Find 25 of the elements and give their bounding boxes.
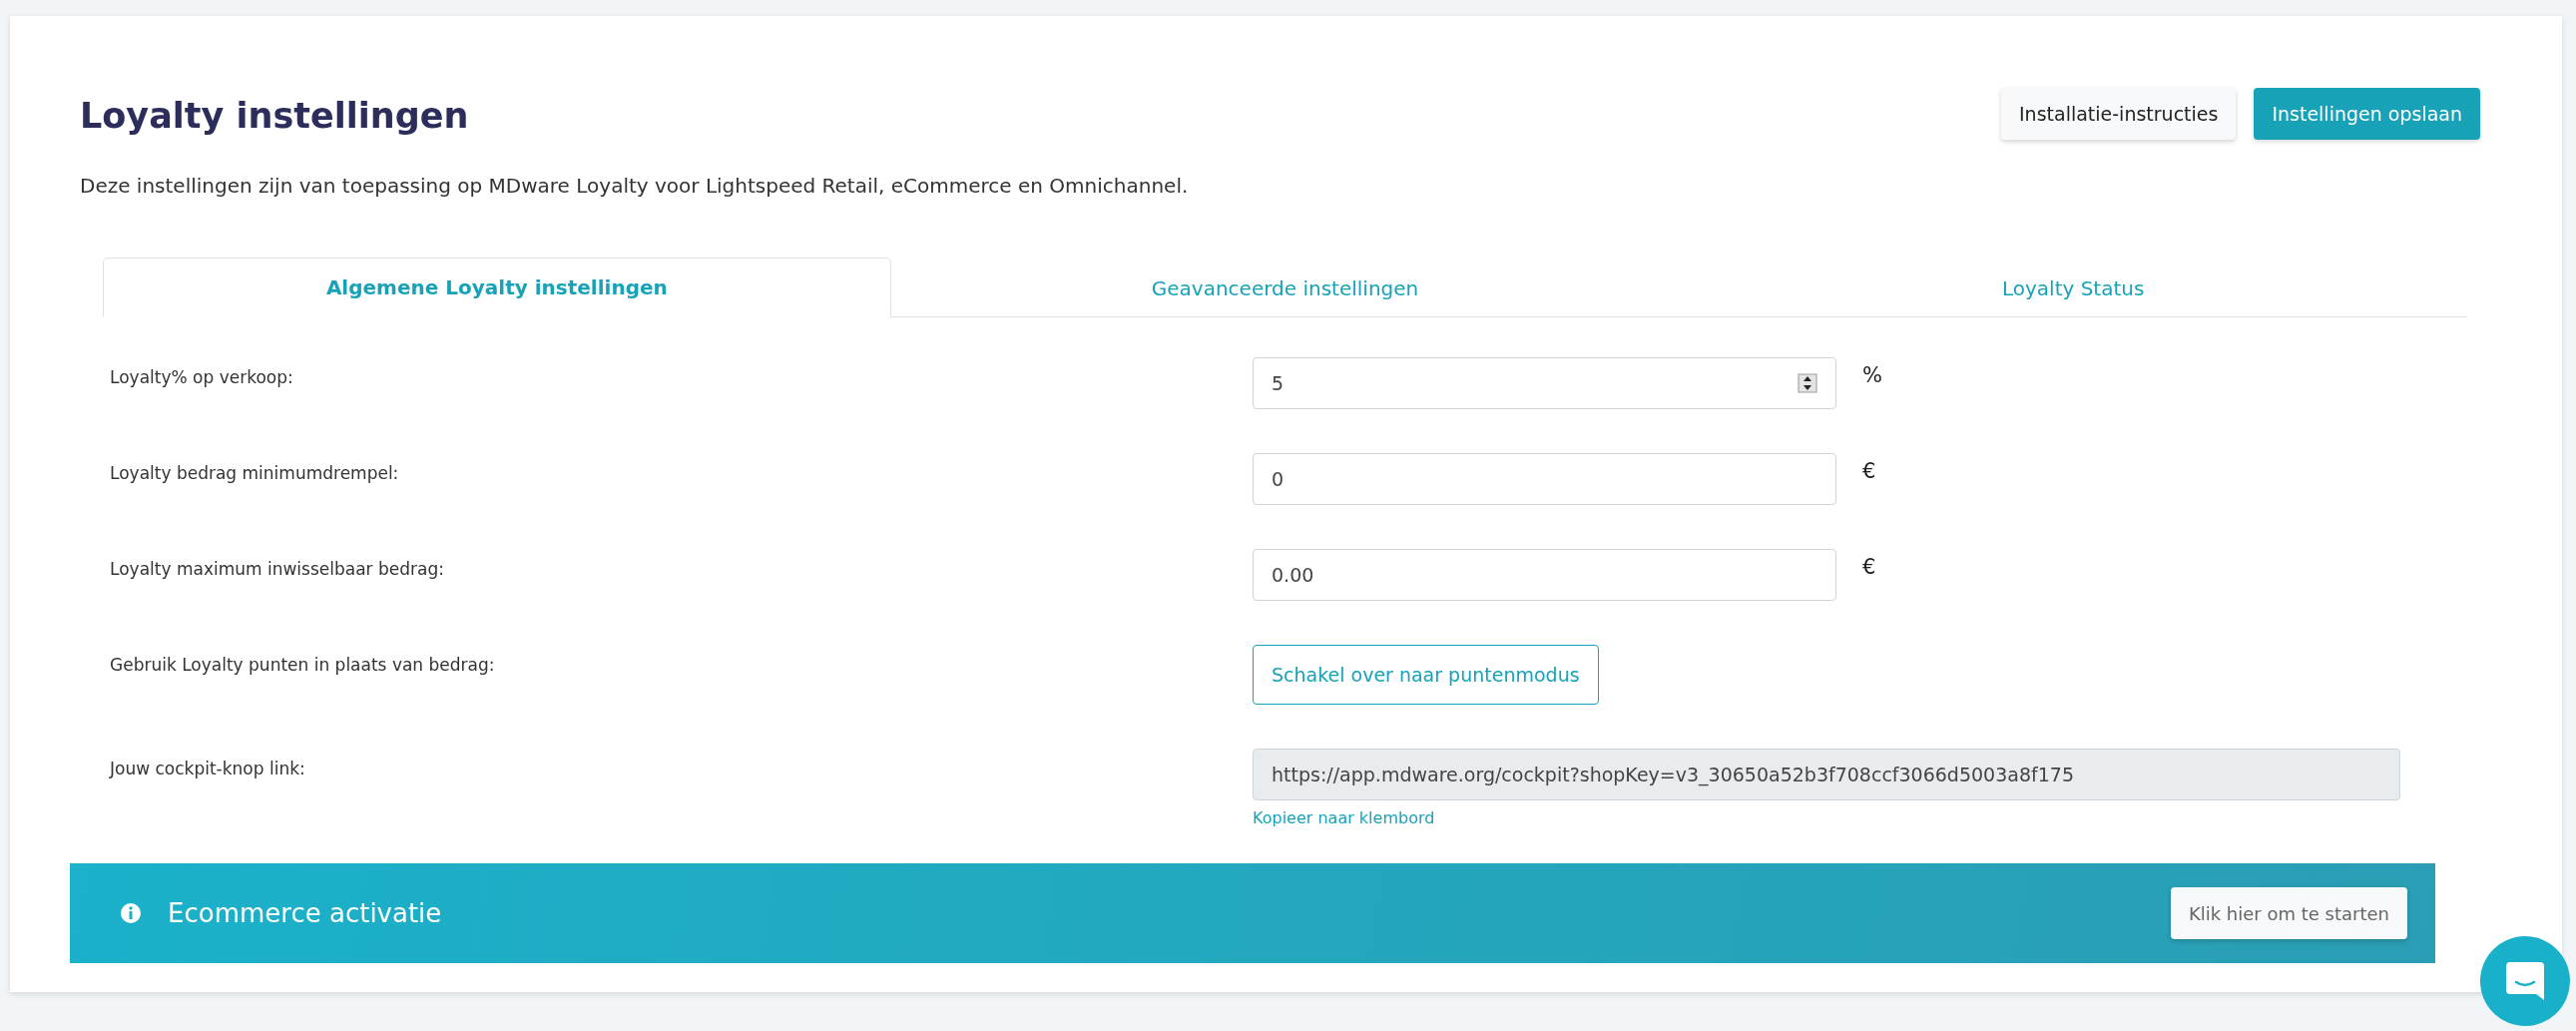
field-label: Loyalty maximum inwisselbaar bedrag: — [110, 558, 445, 579]
field-label: Gebruik Loyalty punten in plaats van bedrag: — [110, 654, 496, 675]
start-button[interactable]: Klik hier om te starten — [2170, 887, 2407, 939]
spinner-arrows-icon[interactable] — [1798, 373, 1817, 393]
input-field[interactable]: 0.00 — [1253, 549, 1836, 601]
unit-label: € — [1862, 458, 1876, 483]
field-label: Loyalty% op verkoop: — [110, 366, 294, 387]
field-label: Jouw cockpit-knop link: — [110, 758, 306, 778]
info-icon — [120, 902, 142, 924]
description: Deze instellingen zijn van toepassing op MDware Loyalty voor Lightspeed Retail, eCommerce en Omnichannel. — [80, 174, 1190, 198]
tab[interactable]: Loyalty Status — [1679, 258, 2467, 317]
tab[interactable]: Geavanceerde instellingen — [890, 258, 1680, 317]
instructions-button[interactable]: Installatie-instructies — [2001, 88, 2237, 140]
tab[interactable]: Algemene Loyalty instellingen — [103, 258, 891, 317]
field-label: Loyalty bedrag minimumdrempel: — [110, 462, 400, 483]
link-field[interactable]: https://app.mdware.org/cockpit?shopKey=v3_30650a52b3f708ccf3066d5003a8f175 — [1253, 749, 2400, 800]
save-button[interactable]: Instellingen opslaan — [2254, 88, 2480, 140]
unit-label: % — [1862, 362, 1882, 387]
copy-link[interactable]: Kopieer naar klembord — [1253, 808, 1435, 827]
banner-title: Ecommerce activatie — [168, 898, 443, 928]
unit-label: € — [1862, 554, 1876, 579]
points-mode-button[interactable]: Schakel over naar puntenmodus — [1253, 645, 1599, 705]
input-field[interactable]: 5 — [1253, 357, 1836, 409]
input-field[interactable]: 0 — [1253, 453, 1836, 505]
page-title: Loyalty instellingen — [80, 96, 469, 136]
